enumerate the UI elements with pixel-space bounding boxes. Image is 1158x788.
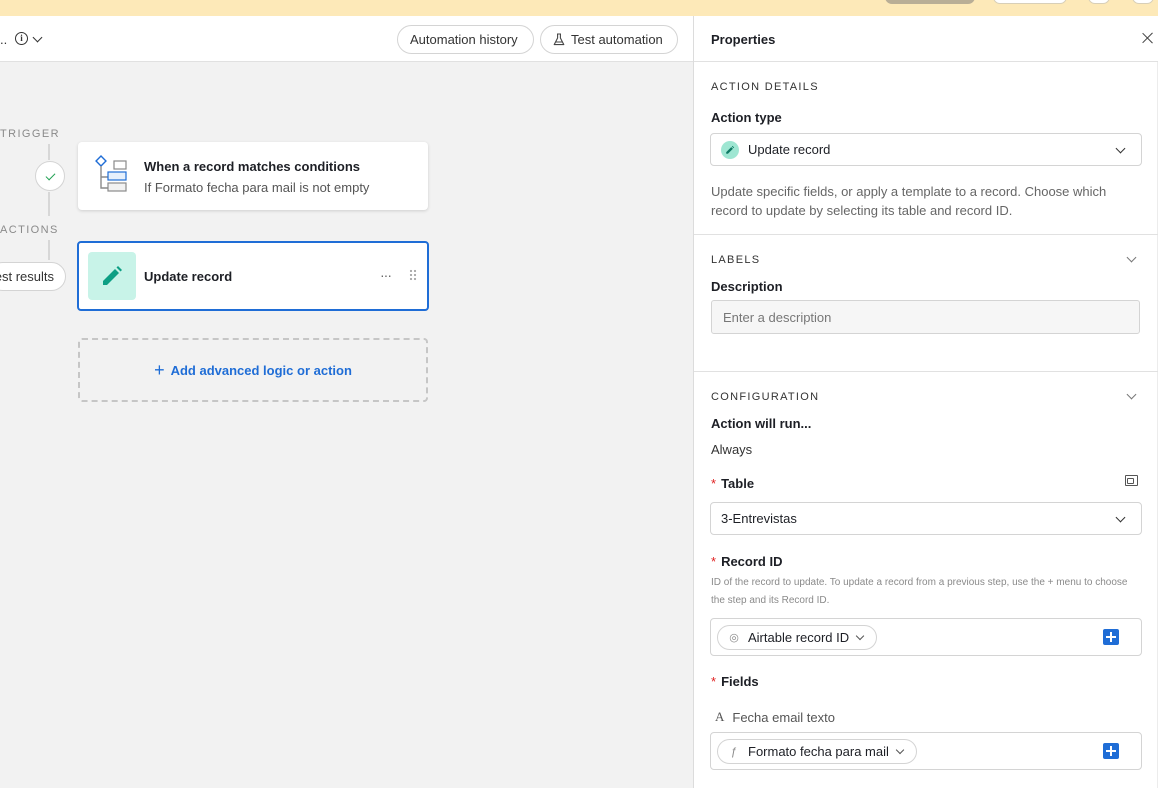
field-token[interactable]: ƒ Formato fecha para mail — [717, 739, 917, 764]
check-icon — [45, 170, 55, 180]
record-id-input[interactable]: ◎ Airtable record ID — [710, 618, 1142, 656]
record-id-token-label: Airtable record ID — [748, 630, 850, 645]
top-banner — [0, 0, 1158, 16]
field-name: Fecha email texto — [732, 709, 835, 725]
action-will-run-label: Action will run... — [711, 416, 812, 431]
table-label: * Table — [711, 476, 754, 491]
tree-icon — [95, 155, 127, 192]
action-icon-tile — [88, 252, 136, 300]
automation-history-button[interactable]: Automation history — [397, 25, 534, 54]
record-id-token[interactable]: ◎ Airtable record ID — [717, 625, 878, 650]
automation-history-label: Automation history — [410, 32, 518, 47]
chevron-down-icon — [855, 631, 865, 641]
formula-icon: ƒ — [730, 745, 738, 758]
drag-handle-icon[interactable] — [409, 269, 417, 281]
pencil-icon — [103, 266, 122, 285]
add-logic-label: Add advanced logic or action — [170, 362, 352, 378]
test-results-label: Test results — [0, 269, 54, 284]
chevron-down-icon[interactable] — [1126, 389, 1137, 400]
field-token-label: Formato fecha para mail — [748, 744, 889, 759]
required-mark: * — [711, 674, 717, 689]
action-type-label: Action type — [711, 110, 782, 125]
automation-info-dropdown[interactable]: i — [15, 32, 45, 45]
test-automation-button[interactable]: Test automation — [540, 25, 678, 54]
chevron-down-icon — [32, 32, 43, 42]
table-value: 3-Entrevistas — [721, 511, 797, 526]
required-mark: * — [711, 476, 717, 491]
field-name-row: A Fecha email texto — [715, 709, 835, 725]
automation-name[interactable]: .. — [0, 32, 7, 47]
description-label: Description — [711, 279, 783, 294]
chevron-down-icon — [1115, 143, 1126, 154]
close-icon[interactable] — [1141, 31, 1155, 45]
add-logic-or-action-button[interactable]: + Add advanced logic or action — [78, 338, 428, 402]
test-results-button[interactable]: Test results — [0, 262, 66, 291]
action-card[interactable]: Update record ··· — [77, 241, 429, 311]
insert-token-button[interactable] — [1103, 629, 1119, 645]
banner-icon-button[interactable] — [1088, 0, 1110, 4]
configuration-heading: CONFIGURATION — [711, 391, 820, 403]
fields-label-text: Fields — [721, 674, 759, 689]
chevron-down-icon — [895, 745, 905, 755]
flow-connector — [48, 192, 50, 216]
insert-token-button[interactable] — [1103, 743, 1119, 759]
expand-icon[interactable] — [1125, 475, 1138, 486]
divider — [694, 61, 1158, 62]
flask-icon — [553, 33, 565, 46]
trigger-status — [35, 161, 65, 191]
action-type-select[interactable]: Update record — [710, 133, 1142, 166]
chevron-down-icon — [1115, 512, 1126, 523]
canvas-header: .. i Automation history Test automation — [0, 16, 693, 62]
action-will-run-value: Always — [711, 442, 753, 457]
record-id-label-text: Record ID — [721, 554, 783, 569]
table-select[interactable]: 3-Entrevistas — [710, 502, 1142, 535]
action-description: Update specific fields, or apply a templ… — [711, 184, 1107, 218]
divider — [694, 371, 1158, 372]
test-automation-label: Test automation — [571, 32, 663, 47]
trigger-card[interactable]: When a record matches conditions If Form… — [78, 142, 428, 210]
table-label-text: Table — [721, 476, 755, 491]
panel-title: Properties — [711, 32, 776, 47]
action-type-value: Update record — [748, 142, 831, 157]
properties-panel: Properties ACTION DETAILS Action type Up… — [693, 16, 1158, 788]
action-title: Update record — [144, 269, 233, 284]
banner-button[interactable] — [885, 0, 975, 4]
trigger-section-label: TRIGGER — [0, 128, 60, 140]
text-field-icon: A — [715, 709, 725, 724]
action-details-heading: ACTION DETAILS — [711, 81, 819, 93]
chevron-down-icon[interactable] — [1126, 252, 1137, 263]
fields-label: * Fields — [711, 674, 759, 689]
plus-icon: + — [154, 360, 165, 380]
actions-section-label: ACTIONS — [0, 224, 59, 236]
required-mark: * — [711, 554, 717, 569]
trigger-condition: If Formato fecha para mail is not empty — [144, 180, 370, 195]
banner-button[interactable] — [993, 0, 1067, 4]
more-icon[interactable]: ··· — [380, 267, 392, 283]
flow-connector — [48, 240, 50, 260]
record-id-label: * Record ID — [711, 554, 782, 569]
labels-heading: LABELS — [711, 254, 761, 266]
info-icon: i — [15, 32, 28, 45]
description-placeholder: Enter a description — [723, 309, 832, 325]
description-input[interactable]: Enter a description — [711, 300, 1140, 334]
flow-connector — [48, 144, 50, 160]
divider — [694, 234, 1158, 235]
field-value-input[interactable]: ƒ Formato fecha para mail — [710, 732, 1142, 770]
pencil-icon — [721, 140, 739, 159]
fingerprint-icon: ◎ — [729, 632, 739, 644]
record-id-help: ID of the record to update. To update a … — [711, 577, 1128, 606]
trigger-title: When a record matches conditions — [144, 159, 360, 174]
banner-icon-button[interactable] — [1132, 0, 1154, 4]
